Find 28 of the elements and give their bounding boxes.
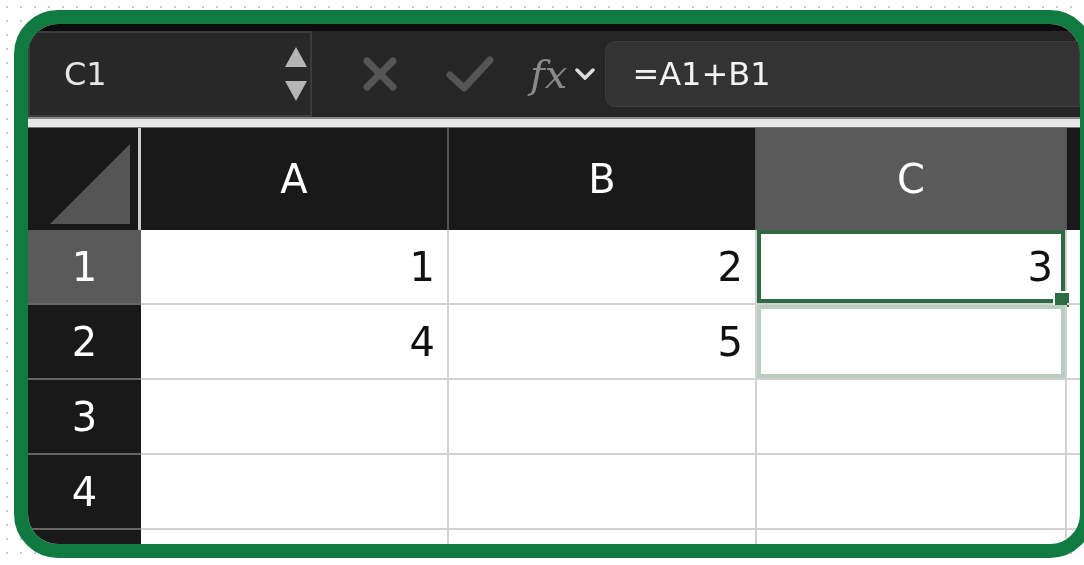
stepper-icon[interactable] [284, 45, 308, 103]
column-header[interactable]: A [141, 128, 449, 230]
table-cell[interactable] [141, 380, 449, 455]
column-header[interactable] [1067, 128, 1080, 230]
table-cell[interactable] [449, 380, 757, 455]
row-header[interactable]: 2 [28, 305, 141, 380]
close-icon[interactable] [362, 56, 398, 92]
table-cell[interactable]: 2 [449, 230, 757, 305]
column-header[interactable]: B [449, 128, 757, 230]
row-header[interactable]: 1 [28, 230, 141, 305]
table-cell[interactable] [757, 305, 1067, 380]
check-icon[interactable] [446, 55, 494, 93]
triangle-icon [50, 144, 130, 224]
table-cell[interactable]: 4 [141, 305, 449, 380]
table-cell[interactable]: 3 [757, 230, 1067, 305]
formula-field[interactable]: =A1+B1 [605, 41, 1080, 107]
table-cell[interactable]: 1 [141, 230, 449, 305]
table-cell[interactable] [757, 455, 1067, 530]
row-header[interactable]: 3 [28, 380, 141, 455]
table-cell[interactable]: 5 [449, 305, 757, 380]
column-header[interactable]: C [757, 128, 1067, 230]
select-all-corner[interactable] [28, 128, 141, 230]
name-box[interactable]: C1 [28, 31, 312, 117]
row-header[interactable]: 4 [28, 455, 141, 530]
table-cell[interactable] [141, 455, 449, 530]
table-cell[interactable] [449, 455, 757, 530]
table-cell[interactable] [757, 380, 1067, 455]
chevron-down-icon[interactable] [575, 68, 596, 80]
